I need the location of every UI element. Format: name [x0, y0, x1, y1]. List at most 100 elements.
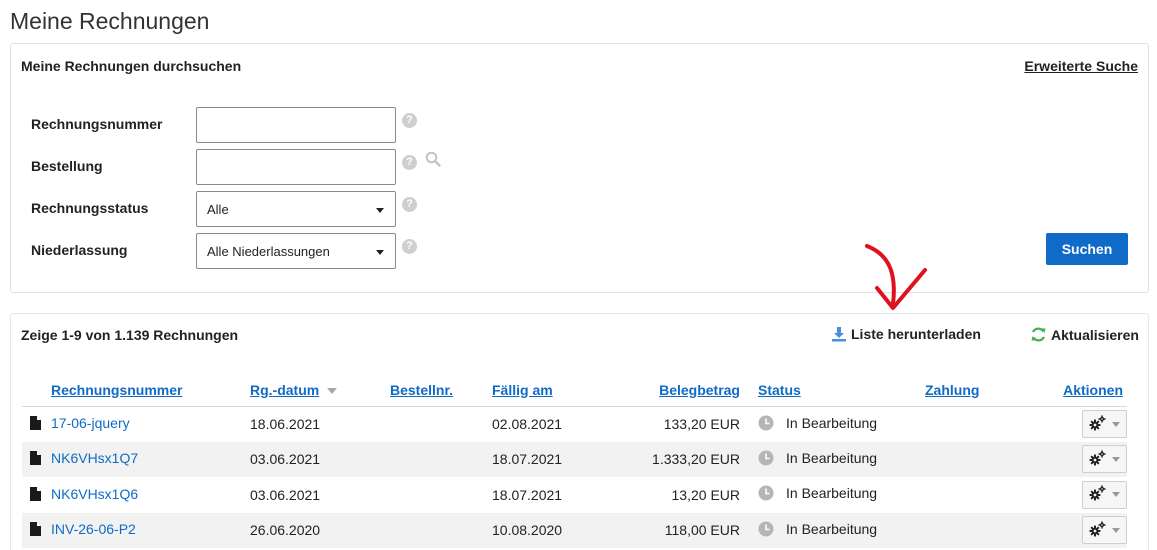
- table-row: INV-26-06-P2 26.06.2020 10.08.2020 118,00 E…: [22, 512, 1127, 548]
- document-icon: [30, 415, 41, 433]
- order-row: Bestellung ?: [31, 149, 511, 185]
- help-icon[interactable]: ?: [402, 239, 417, 254]
- table-row: NK6VHsx1Q7 03.06.2021 18.07.2021 1.333,20 E…: [22, 441, 1127, 477]
- column-header-payment[interactable]: Zahlung: [925, 374, 1049, 407]
- invoice-number-label: Rechnungsnummer: [31, 116, 163, 132]
- actions-cell: [1049, 477, 1127, 513]
- invoice-number-link[interactable]: 17-06-jquery: [51, 415, 130, 431]
- invoice-number-link[interactable]: NK6VHsx1Q7: [51, 450, 138, 466]
- due-date-cell: 10.08.2020: [492, 512, 612, 548]
- invoice-number-link[interactable]: INV-26-06-P2: [51, 521, 136, 537]
- actions-cell: [1049, 441, 1127, 477]
- invoice-number-row: Rechnungsnummer ?: [31, 107, 511, 143]
- invoice-number-link[interactable]: NK6VHsx1Q6: [51, 486, 138, 502]
- column-header-status[interactable]: Status: [740, 374, 925, 407]
- clock-icon: [758, 415, 774, 434]
- order-input[interactable]: [196, 149, 396, 185]
- red-arrow-icon: [865, 244, 927, 310]
- amount-cell: 133,20 EUR: [663, 416, 740, 432]
- search-panel-heading: Meine Rechnungen durchsuchen: [21, 58, 242, 74]
- invoice-date-cell: 18.06.2021: [250, 416, 321, 432]
- refresh-button[interactable]: Aktualisieren: [1030, 326, 1139, 343]
- order-number-cell: [390, 441, 492, 477]
- order-number-cell: [390, 406, 492, 442]
- download-icon: [832, 327, 846, 342]
- order-number-cell: [390, 477, 492, 513]
- status-select-value: Alle: [207, 202, 229, 217]
- document-icon: [30, 451, 41, 468]
- invoice-date-cell: 03.06.2021: [250, 486, 321, 503]
- branch-row: Niederlassung Alle Niederlassungen ?: [31, 233, 511, 269]
- column-header-date[interactable]: Rg.-datum: [250, 374, 390, 407]
- chevron-down-icon: [1112, 421, 1120, 427]
- search-panel: Meine Rechnungen durchsuchen Erweiterte …: [10, 43, 1149, 293]
- status-select[interactable]: Alle: [196, 191, 396, 227]
- status-row: Rechnungsstatus Alle ?: [31, 191, 511, 227]
- invoice-date-cell: 03.06.2021: [250, 441, 390, 477]
- table-row: NK6VHsx1Q6 03.06.2021 18.07.2021 13,20 EUR I…: [22, 477, 1127, 513]
- branch-label: Niederlassung: [31, 242, 128, 258]
- status-label: Rechnungsstatus: [31, 200, 149, 216]
- clock-icon: [758, 521, 774, 540]
- search-button[interactable]: Suchen: [1046, 233, 1128, 265]
- refresh-icon: [1031, 327, 1046, 342]
- status-text: In Bearbeitung: [786, 520, 878, 537]
- actions-menu-button[interactable]: [1082, 480, 1127, 509]
- clock-icon: [758, 485, 774, 504]
- sort-desc-icon: [327, 388, 338, 395]
- actions-cell: [1049, 512, 1127, 548]
- order-number-cell: [390, 512, 492, 548]
- chevron-down-icon: [1112, 492, 1120, 498]
- gear-icon: [1089, 521, 1107, 540]
- payment-cell: [925, 512, 1049, 548]
- due-date-cell: 02.08.2021: [492, 416, 563, 432]
- search-icon[interactable]: [425, 151, 441, 172]
- chevron-down-icon: [376, 250, 384, 255]
- gear-icon: [1089, 450, 1107, 469]
- actions-menu-button[interactable]: [1082, 410, 1127, 438]
- gear-icon: [1089, 485, 1107, 504]
- branch-select[interactable]: Alle Niederlassungen: [196, 233, 396, 269]
- status-text: In Bearbeitung: [786, 414, 878, 431]
- status-text: In Bearbeitung: [786, 449, 878, 466]
- document-icon: [30, 522, 41, 539]
- table-header-row: Rechnungsnummer Rg.-datum Bestellnr. Fäl…: [22, 374, 1127, 407]
- status-cell: In Bearbeitung: [740, 406, 925, 442]
- chevron-down-icon: [1112, 456, 1120, 462]
- payment-cell: [925, 406, 1049, 442]
- actions-menu-button[interactable]: [1082, 516, 1127, 545]
- column-header-date-label: Rg.-datum: [250, 381, 320, 398]
- invoice-table: Rechnungsnummer Rg.-datum Bestellnr. Fäl…: [22, 374, 1127, 548]
- actions-cell: [1049, 406, 1127, 442]
- status-cell: In Bearbeitung: [740, 441, 925, 477]
- column-header-due-date[interactable]: Fällig am: [492, 374, 612, 407]
- gear-icon: [1089, 414, 1107, 434]
- column-header-invoice-number[interactable]: Rechnungsnummer: [22, 374, 250, 407]
- chevron-down-icon: [376, 208, 384, 213]
- column-header-amount[interactable]: Belegbetrag: [612, 374, 740, 407]
- payment-cell: [925, 477, 1049, 513]
- advanced-search-link[interactable]: Erweiterte Suche: [1024, 58, 1138, 74]
- help-icon[interactable]: ?: [402, 155, 417, 170]
- status-cell: In Bearbeitung: [740, 477, 925, 513]
- table-row: 17-06-jquery 18.06.2021 02.08.2021 133,20 E…: [22, 406, 1127, 442]
- help-icon[interactable]: ?: [402, 113, 417, 128]
- invoice-date-cell: 26.06.2020: [250, 512, 390, 548]
- results-count: Zeige 1-9 von 1.139 Rechnungen: [21, 327, 239, 343]
- help-icon[interactable]: ?: [402, 197, 417, 212]
- page-title: Meine Rechnungen: [10, 8, 210, 34]
- clock-icon: [758, 450, 774, 469]
- refresh-label: Aktualisieren: [1051, 326, 1139, 343]
- column-header-actions[interactable]: Aktionen: [1049, 374, 1127, 407]
- status-text: In Bearbeitung: [786, 485, 878, 502]
- due-date-cell: 18.07.2021: [492, 486, 563, 503]
- amount-cell: 118,00 EUR: [612, 512, 740, 548]
- invoice-number-input[interactable]: [196, 107, 396, 143]
- amount-cell: 1.333,20 EUR: [612, 441, 740, 477]
- actions-menu-button[interactable]: [1082, 445, 1127, 474]
- column-header-order-number[interactable]: Bestellnr.: [390, 374, 492, 407]
- branch-select-value: Alle Niederlassungen: [207, 244, 330, 259]
- download-list-label: Liste herunterladen: [851, 326, 981, 342]
- document-icon: [30, 486, 41, 504]
- download-list-button[interactable]: Liste herunterladen: [831, 326, 981, 342]
